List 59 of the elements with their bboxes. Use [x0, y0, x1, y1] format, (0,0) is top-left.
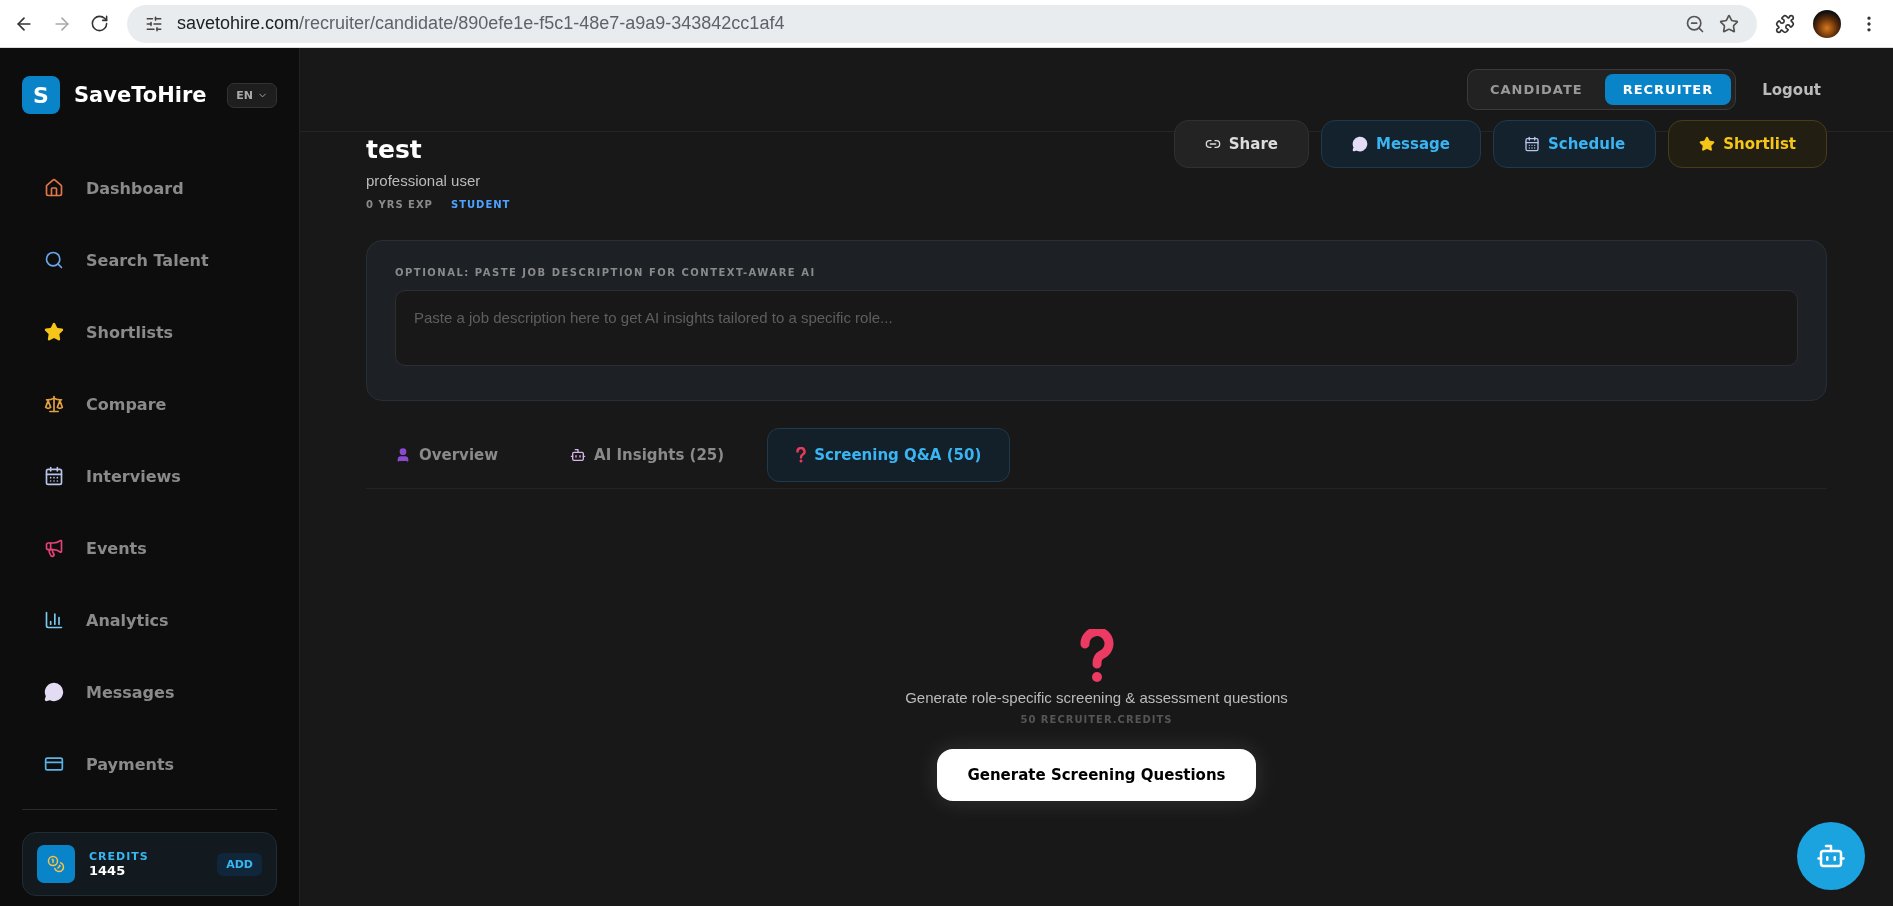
search-icon: [44, 250, 64, 270]
job-description-label: OPTIONAL: PASTE JOB DESCRIPTION FOR CONTEXT-AWARE AI: [395, 267, 817, 278]
robot-icon: [570, 447, 587, 463]
candidate-headline: professional user: [366, 172, 482, 189]
tab[interactable]: Screening Q&A (50): [767, 428, 1011, 482]
calendar-icon: [1523, 136, 1540, 152]
reload-icon[interactable]: [90, 14, 109, 33]
question-mark-icon: [1079, 629, 1114, 683]
action-button[interactable]: Shortlist: [1668, 120, 1827, 168]
coins-icon: [37, 845, 75, 883]
action-button[interactable]: Message: [1320, 120, 1481, 168]
nav-item[interactable]: Events: [22, 512, 277, 584]
speech-bubble-icon: [1351, 136, 1368, 152]
scale-icon: [44, 394, 64, 414]
url-text: savetohire.com/recruiter/candidate/890efe1e-f5c1-48e7-a9a9-343842cc1af4: [177, 13, 785, 34]
empty-state-description: Generate role-specific screening & assessment questions: [905, 689, 1288, 706]
action-button[interactable]: Schedule: [1492, 120, 1657, 168]
zoom-icon[interactable]: [1685, 13, 1705, 34]
extensions-icon[interactable]: [1775, 13, 1795, 34]
profile-tag: 0 YRS EXP: [366, 199, 433, 210]
brand-name: SaveToHire: [74, 83, 208, 107]
house-icon: [44, 178, 64, 198]
candidate-name: test: [366, 136, 423, 164]
credits-value: 1445: [89, 863, 127, 878]
question-mark-icon: [796, 447, 807, 463]
logout-button[interactable]: Logout: [1756, 79, 1827, 100]
nav-item[interactable]: Analytics: [22, 584, 277, 656]
nav-item[interactable]: Search Talent: [22, 224, 277, 296]
generate-questions-button[interactable]: Generate Screening Questions: [937, 749, 1256, 801]
speech-bubble-icon: [44, 682, 64, 702]
star-icon: [1699, 136, 1716, 152]
profile-tag: STUDENT: [450, 199, 511, 210]
tab[interactable]: Overview: [366, 428, 528, 482]
nav-item[interactable]: Payments: [22, 728, 277, 800]
bookmark-star-icon[interactable]: [1719, 13, 1739, 34]
action-button[interactable]: Share: [1173, 120, 1309, 168]
calendar-icon: [44, 466, 64, 486]
credits-label: CREDITS: [89, 850, 150, 863]
address-bar[interactable]: savetohire.com/recruiter/candidate/890efe1e-f5c1-48e7-a9a9-343842cc1af4: [127, 4, 1757, 43]
site-settings-icon[interactable]: [145, 14, 163, 33]
job-description-field[interactable]: Paste a job description here to get AI insights tailored to a specific role...: [395, 290, 1798, 366]
megaphone-icon: [44, 538, 64, 558]
nav-item[interactable]: Shortlists: [22, 296, 277, 368]
mode-option[interactable]: RECRUITER: [1604, 74, 1732, 105]
credit-card-icon: [44, 754, 64, 774]
nav-item[interactable]: Interviews: [22, 440, 277, 512]
credit-cost: 50 RECRUITER.CREDITS: [1020, 714, 1173, 725]
mode-option[interactable]: CANDIDATE: [1471, 74, 1601, 105]
language-select[interactable]: EN: [227, 82, 277, 108]
nav-item[interactable]: Dashboard: [22, 152, 277, 224]
add-credits-button[interactable]: ADD: [217, 852, 262, 876]
nav-item[interactable]: Messages: [22, 656, 277, 728]
profile-avatar[interactable]: [1813, 9, 1841, 38]
star-icon: [44, 322, 64, 342]
logo: S: [22, 76, 60, 114]
bar-chart-icon: [44, 610, 64, 630]
nav-item[interactable]: Compare: [22, 368, 277, 440]
person-icon: [395, 447, 411, 463]
tab[interactable]: AI Insights (25): [541, 428, 754, 482]
